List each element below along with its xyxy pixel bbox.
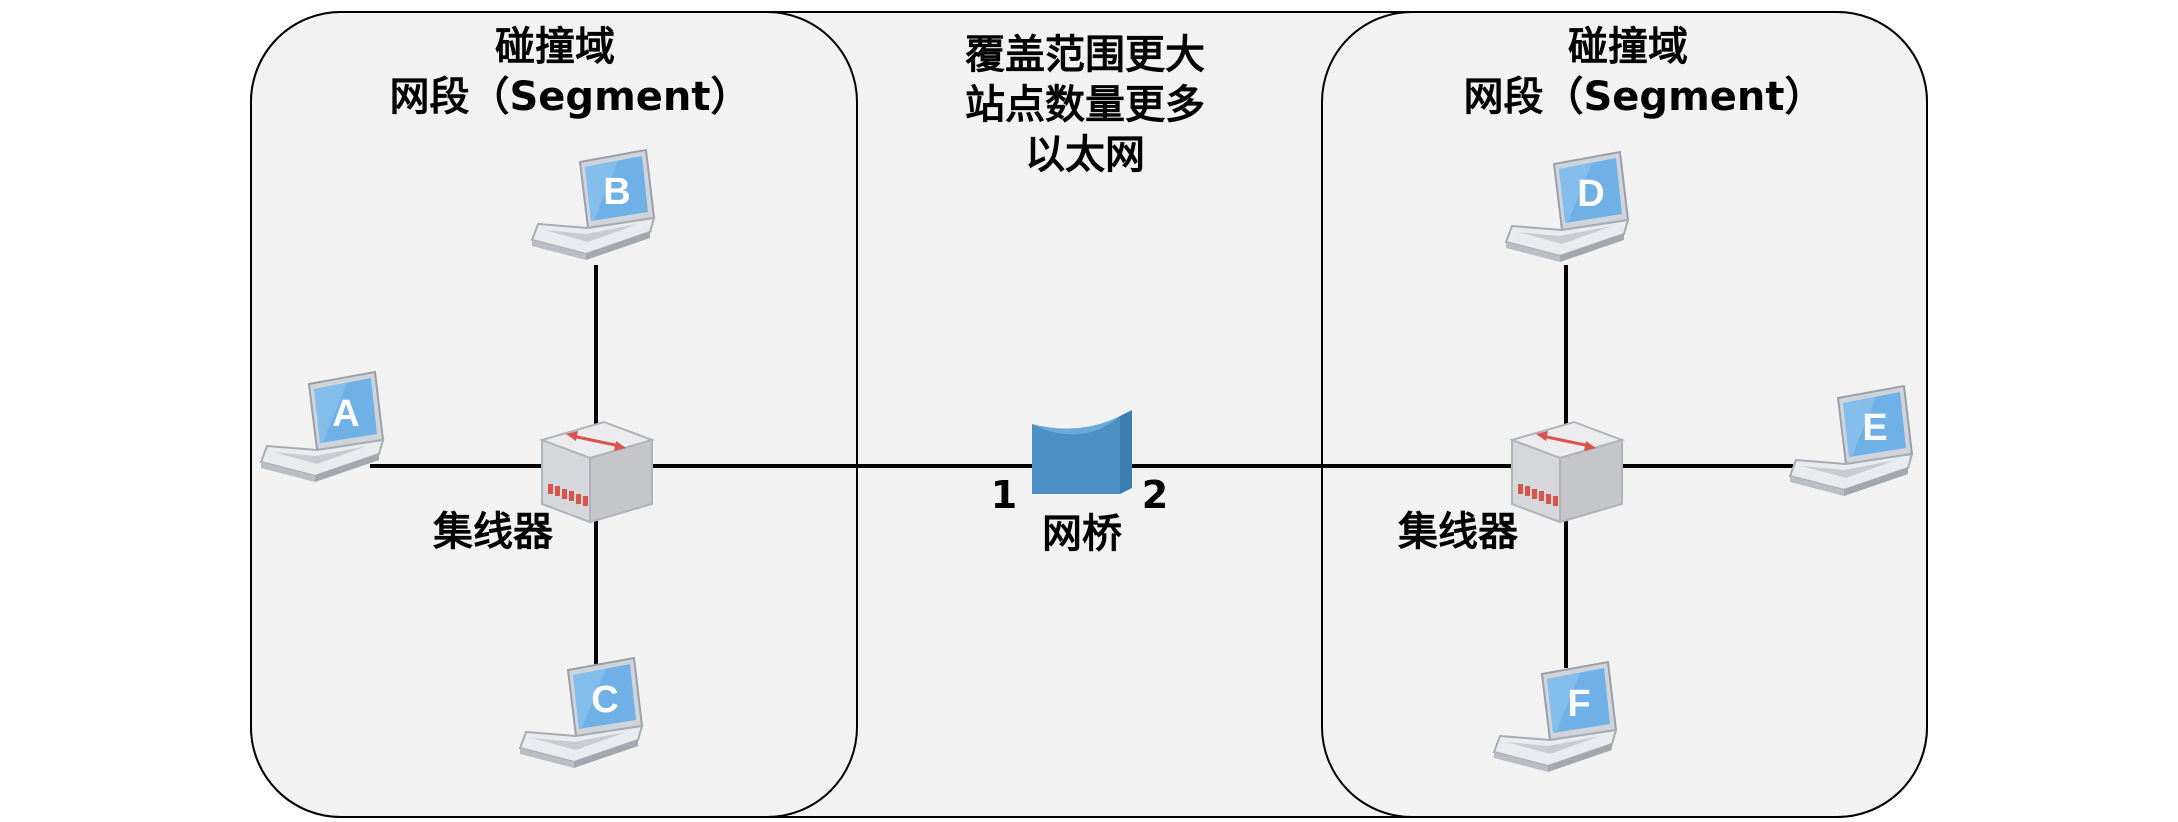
left-domain-title: 碰撞域 <box>495 24 615 70</box>
center-line-3: 以太网 <box>1025 132 1145 178</box>
bridge-port-1: 1 <box>991 473 1017 517</box>
laptop-d-label: D <box>1577 173 1604 215</box>
laptop-f-label: F <box>1567 683 1590 725</box>
center-line-1: 覆盖范围更大 <box>964 32 1205 78</box>
right-domain-title: 碰撞域 <box>1568 24 1688 70</box>
center-line-2: 站点数量更多 <box>965 82 1205 128</box>
laptop-e-label: E <box>1862 407 1887 449</box>
network-diagram: 碰撞域 网段（Segment） 碰撞域 网段（Segment） 覆盖范围更大 站… <box>250 11 1928 818</box>
laptop-a-label: A <box>332 393 359 435</box>
left-segment-title: 网段（Segment） <box>390 74 751 120</box>
right-collision-domain <box>1321 11 1928 818</box>
laptop-c-label: C <box>591 679 618 721</box>
right-hub-label: 集线器 <box>1397 509 1519 555</box>
bridge-label: 网桥 <box>1042 511 1122 557</box>
bridge-port-2: 2 <box>1142 473 1168 517</box>
right-hub-icon <box>1510 420 1624 524</box>
right-segment-title: 网段（Segment） <box>1464 74 1825 120</box>
left-hub-icon <box>540 420 654 524</box>
laptop-b-label: B <box>603 171 630 213</box>
left-hub-label: 集线器 <box>432 509 554 555</box>
